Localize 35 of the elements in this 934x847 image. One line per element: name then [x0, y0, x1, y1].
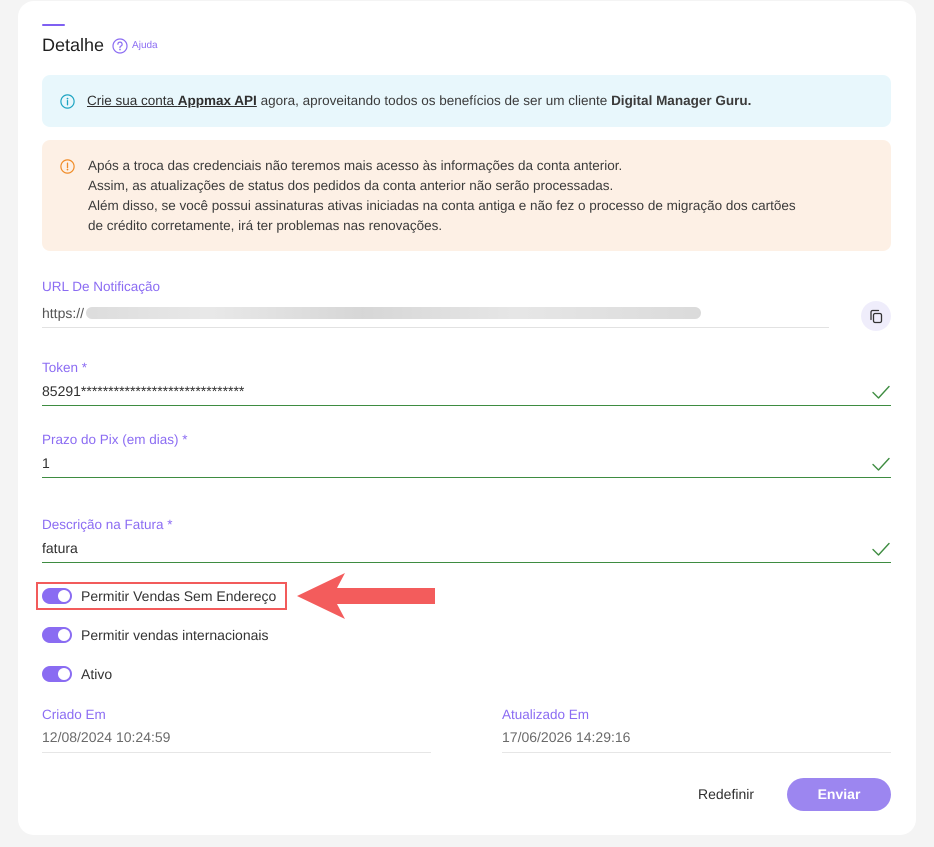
date-field: 17/06/2026 14:29:16 — [502, 725, 891, 753]
warning-text: Assim, as atualizações de status dos pedidos da conta anterior não serão processadas. — [88, 177, 614, 195]
url-field[interactable]: https:// — [42, 302, 829, 328]
warning-text: Além disso, se você possui assinaturas ativas iniciadas na conta antiga e não fez o processo de migração dos cartões de crédito corretamente, irá ter problemas nas renovações. — [88, 197, 797, 235]
check-icon — [872, 542, 890, 556]
account-link[interactable]: Crie sua conta Appmax API — [87, 93, 257, 108]
copy-icon — [868, 308, 884, 324]
copy-button[interactable] — [861, 301, 891, 331]
toggle-switch[interactable] — [42, 666, 72, 682]
field-label: Criado Em — [42, 706, 107, 724]
text-input[interactable]: 85291****************************** — [42, 380, 891, 406]
page-title: Detalhe — [42, 34, 104, 56]
date-field: 12/08/2024 10:24:59 — [42, 725, 431, 753]
help-link[interactable]: Ajuda — [112, 38, 158, 54]
info-icon — [60, 94, 75, 109]
field-label: Descrição na Fatura * — [42, 516, 174, 534]
check-icon — [872, 385, 890, 399]
warning-icon — [60, 159, 75, 174]
check-icon — [872, 457, 890, 471]
field-label: Prazo do Pix (em dias) * — [42, 431, 189, 449]
warning-text: Após a troca das credenciais não teremos mais acesso às informações da conta anterior. — [88, 157, 624, 175]
toggle-label: Permitir vendas internacionais — [81, 626, 269, 645]
help-icon — [112, 38, 128, 54]
field-label: URL De Notificação — [42, 278, 162, 296]
field-label: Token * — [42, 359, 88, 377]
toggle-label: Ativo — [81, 665, 112, 684]
title-accent-bar — [42, 24, 65, 26]
info-message: Crie sua conta Appmax API agora, aproveitando todos os benefícios de ser um cliente Digital Manager Guru. — [87, 92, 752, 110]
text-input[interactable]: fatura — [42, 537, 891, 563]
field-label: Atualizado Em — [502, 706, 590, 724]
text-input[interactable]: 1 — [42, 452, 891, 478]
toggle-switch[interactable] — [42, 588, 72, 604]
toggle-switch[interactable] — [42, 627, 72, 643]
toggle-label: Permitir Vendas Sem Endereço — [81, 587, 276, 606]
reset-button[interactable]: Redefinir — [682, 778, 770, 811]
